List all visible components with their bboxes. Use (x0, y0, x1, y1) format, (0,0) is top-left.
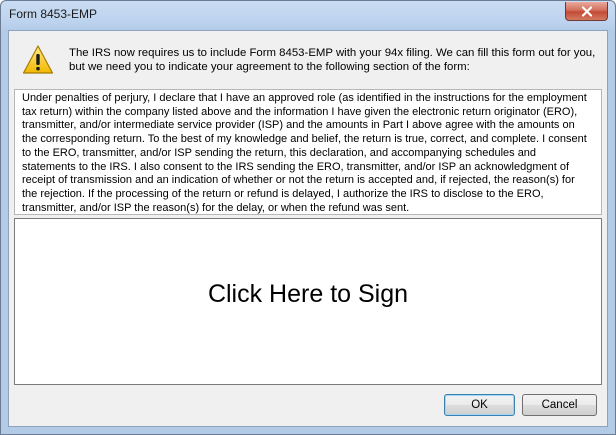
sign-prompt: Click Here to Sign (207, 280, 409, 308)
window-title: Form 8453-EMP (9, 7, 98, 21)
perjury-declaration-text: Under penalties of perjury, I declare th… (14, 89, 602, 215)
ok-button[interactable]: OK (444, 394, 515, 416)
close-button[interactable] (565, 2, 608, 21)
notice-message: The IRS now requires us to include Form … (69, 47, 596, 73)
close-icon (581, 6, 593, 17)
cancel-button[interactable]: Cancel (522, 394, 597, 416)
title-bar[interactable]: Form 8453-EMP (1, 1, 615, 29)
dialog-window: Form 8453-EMP The IRS now requires us to… (0, 0, 616, 435)
warning-icon (22, 45, 54, 74)
dialog-body: The IRS now requires us to include Form … (8, 30, 608, 427)
signature-pad[interactable]: Click Here to Sign (14, 218, 602, 385)
